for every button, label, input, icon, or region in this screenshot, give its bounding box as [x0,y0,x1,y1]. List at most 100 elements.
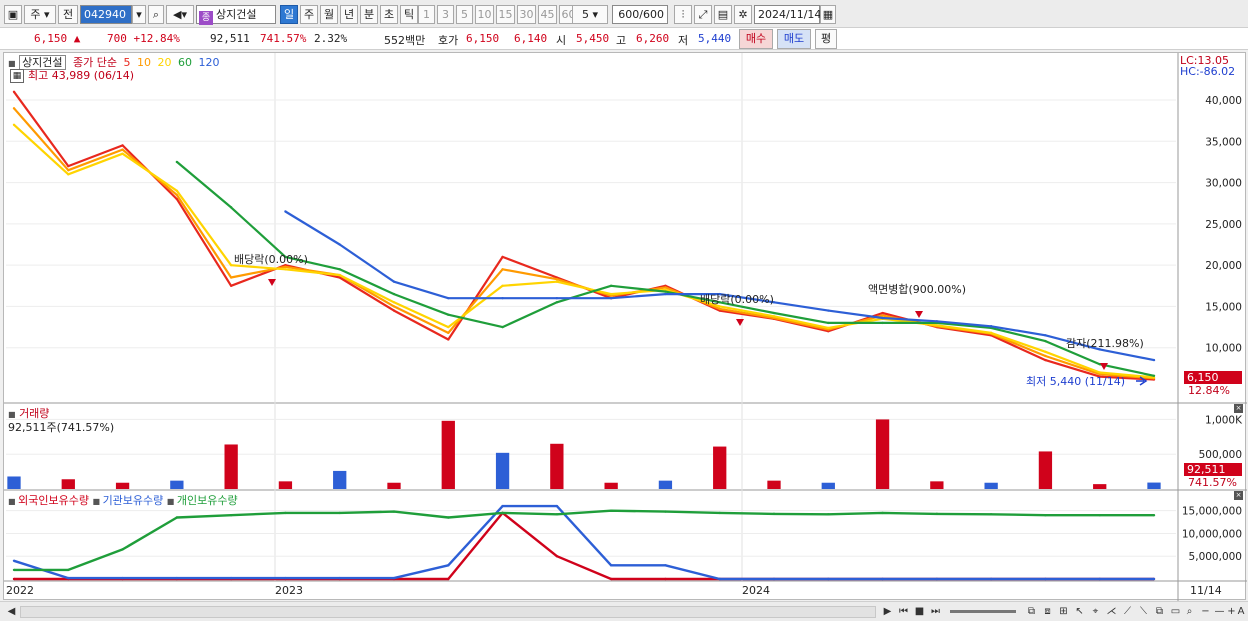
chart-canvas[interactable]: 40,000 35,000 30,000 25,000 20,000 15,000 10,0… [4,53,1247,601]
scroll-left-icon[interactable]: ◀ [4,605,19,619]
ma-legend-20[interactable]: 20 [154,56,172,69]
period-tab-5[interactable]: 초 [380,5,398,24]
volume-bar[interactable] [821,482,835,489]
period-tab-1[interactable]: 주 [300,5,318,24]
ma-line-5[interactable] [13,91,1155,381]
zoom-slider[interactable] [950,610,1016,613]
volume-bar[interactable] [224,444,238,489]
volume-bar[interactable] [115,482,130,489]
search-icon[interactable]: ⌕ [148,5,164,24]
interval-button-5[interactable]: 5 [456,5,473,24]
volume-bar[interactable] [930,481,944,489]
panel-toggle-icon[interactable]: ■ [8,410,16,419]
stop-icon[interactable]: ■ [912,605,927,619]
event-dividend-2[interactable]: 배당락(0.00%) [700,291,774,307]
draw-tool-icon[interactable]: ⤢ [694,5,712,24]
save-icon[interactable]: ▤ [714,5,732,24]
window-icon[interactable]: ▣ [4,5,22,24]
interval-button-15[interactable]: 15 [496,5,515,24]
chart-tool-icon[interactable]: ⟋ [1120,605,1135,619]
zoom-out-icon[interactable]: − [1198,605,1213,619]
interval-value-select[interactable]: 5 ▾ [572,5,608,24]
volume-bar[interactable] [495,452,510,489]
volume-bar[interactable] [604,482,618,489]
sell-button[interactable]: 매도 [777,29,811,49]
volume-bar[interactable] [713,446,727,489]
interval-button-10[interactable]: 10 [475,5,494,24]
ma-line-20[interactable] [13,123,1155,379]
candle-type-icon[interactable]: ⫶ [674,5,692,24]
chart-tool-icon[interactable]: ⧉ [1152,605,1167,619]
holdings-series-2[interactable]: 개인보유수량 [177,494,238,507]
stock-name-field[interactable]: 종 상지건설 [196,5,276,25]
auto-scale-icon[interactable]: A [1236,605,1246,619]
holdings-series-0[interactable]: 외국인보유수량 [18,494,92,507]
volume-bar[interactable] [767,480,781,489]
date-input[interactable]: 2024/11/14 [754,5,821,24]
panel-toggle-icon[interactable]: ■ [167,497,177,506]
count-input[interactable]: 600/600 [612,5,668,24]
volume-bar[interactable] [441,420,455,489]
magnifier-icon[interactable]: ⌕ [1182,605,1197,619]
volume-bar[interactable] [7,476,21,489]
event-capital-reduction[interactable]: 감자(211.98%) [1066,335,1144,351]
code-dropdown-button[interactable]: ▾ [132,5,146,24]
volume-bar[interactable] [658,480,673,489]
period-tab-2[interactable]: 월 [320,5,338,24]
gear-icon[interactable]: ✲ [734,5,752,24]
volume-bar[interactable] [1093,484,1107,489]
interval-button-1[interactable]: 1 [418,5,435,24]
volume-bar[interactable] [550,443,564,489]
ma-legend-10[interactable]: 10 [134,56,151,69]
chart-tool-icon[interactable]: ⧈ [1040,605,1055,619]
ma-line-120[interactable] [284,210,1155,362]
chart-tool-icon[interactable]: ▭ [1168,605,1183,619]
volume-bar[interactable] [875,419,890,489]
volume-bar[interactable] [170,480,184,489]
chart-tool-icon[interactable]: ↖ [1072,605,1087,619]
volume-bar[interactable] [333,470,347,489]
volume-bar[interactable] [1147,482,1161,489]
event-par-merge[interactable]: 액면병합(900.00%) [868,281,966,297]
calendar-icon[interactable]: ▦ [820,5,836,24]
period-tab-6[interactable]: 틱 [400,5,418,24]
market-select[interactable]: 주 ▾ [24,5,56,24]
chart-area[interactable]: 40,000 35,000 30,000 25,000 20,000 15,000 10,0… [3,52,1247,601]
chart-tool-icon[interactable]: ⟍ [1136,605,1151,619]
volume-bar[interactable] [387,482,401,489]
period-tab-4[interactable]: 분 [360,5,378,24]
holdings-line-외국인보유수량[interactable] [14,511,1154,581]
volume-bar[interactable] [278,481,293,489]
speaker-icon[interactable]: ◀▾ [166,5,194,24]
flat-button[interactable]: 평 [815,29,837,49]
calculator-icon[interactable]: ▦ [10,69,24,83]
period-tab-0[interactable]: 일 [280,5,298,24]
ma-legend-120[interactable]: 120 [195,56,220,69]
panel-toggle-icon[interactable]: ■ [8,59,16,68]
jump-start-icon[interactable]: ⏮ [896,605,911,619]
chart-tool-icon[interactable]: ⊞ [1056,605,1071,619]
panel-toggle-icon[interactable]: ■ [8,497,18,506]
jump-end-icon[interactable]: ⏭ [928,605,943,619]
interval-button-45[interactable]: 45 [538,5,557,24]
event-marker-icon[interactable] [736,319,744,326]
scroll-right-icon[interactable]: ▶ [880,605,895,619]
volume-bar[interactable] [984,482,998,489]
event-dividend-1[interactable]: 배당락(0.00%) [234,251,308,267]
chart-tool-icon[interactable]: ⋌ [1104,605,1119,619]
interval-button-3[interactable]: 3 [437,5,454,24]
period-tab-3[interactable]: 년 [340,5,358,24]
chart-tool-icon[interactable]: ⌖ [1088,605,1103,619]
panel-close-icon[interactable]: × [1234,404,1243,413]
interval-button-30[interactable]: 30 [517,5,536,24]
volume-bar[interactable] [61,479,75,489]
holdings-line-개인보유수량[interactable] [14,509,1154,572]
panel-toggle-icon[interactable]: ■ [92,497,102,506]
stock-code-input[interactable]: 042940 [80,5,132,24]
buy-button[interactable]: 매수 [739,29,773,49]
holdings-series-1[interactable]: 기관보유수량 [103,494,167,507]
event-marker-icon[interactable] [915,311,923,318]
panel-close-icon[interactable]: × [1234,491,1243,500]
chart-tool-icon[interactable]: ⧉ [1024,605,1039,619]
ma-line-10[interactable] [13,107,1155,380]
